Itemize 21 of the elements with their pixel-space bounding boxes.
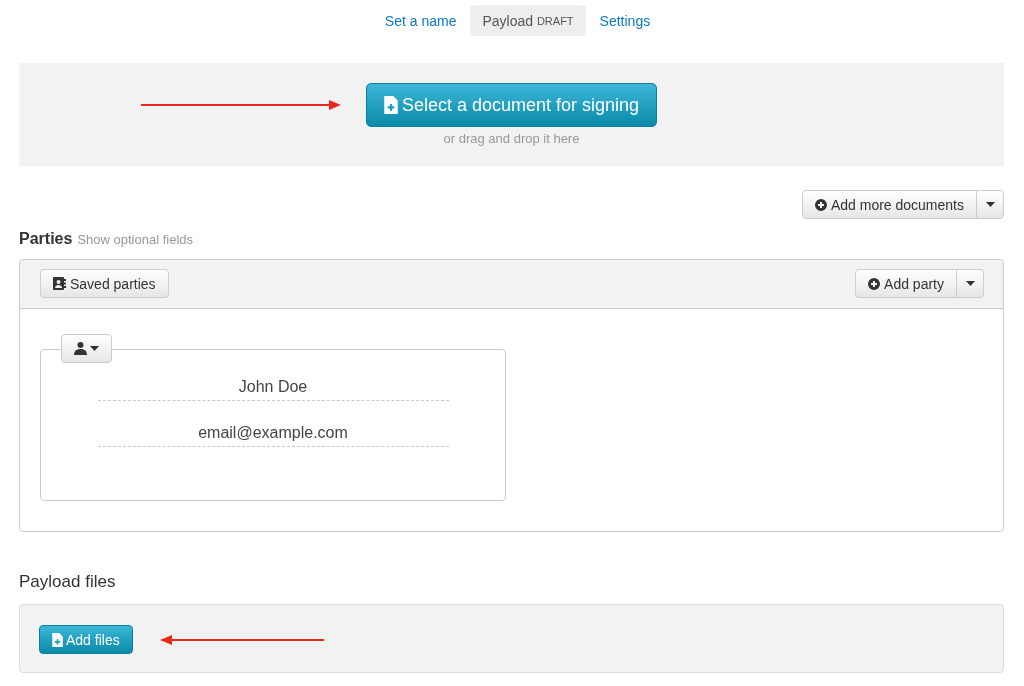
file-plus-icon xyxy=(52,632,63,647)
name-field[interactable]: John Doe xyxy=(97,373,449,401)
nav-tab[interactable]: Settings xyxy=(587,5,663,36)
user-icon xyxy=(74,342,87,355)
add-party-button[interactable]: Add party xyxy=(855,269,957,298)
section-title: Parties xyxy=(19,229,73,249)
caret-icon xyxy=(965,281,975,286)
party-menu-button[interactable] xyxy=(61,334,112,363)
saved-parties-button[interactable]: Saved parties xyxy=(40,269,169,298)
caret-icon xyxy=(985,202,995,207)
add-documents-button[interactable]: Add more documents xyxy=(801,190,977,219)
dropdown-toggle[interactable] xyxy=(956,269,984,298)
dropdown-toggle[interactable] xyxy=(976,190,1004,219)
nav-tab[interactable]: Payload DRAFT xyxy=(470,5,586,36)
email-field[interactable]: email@example.com xyxy=(97,419,449,447)
contact-card-icon xyxy=(53,277,66,290)
file-plus-icon xyxy=(383,96,398,114)
dropzone-hint: or drag and drop it here xyxy=(443,131,580,147)
caret-icon xyxy=(90,346,99,351)
nav-tab[interactable]: Set a name xyxy=(372,5,469,36)
section-title: Payload files xyxy=(19,572,116,592)
